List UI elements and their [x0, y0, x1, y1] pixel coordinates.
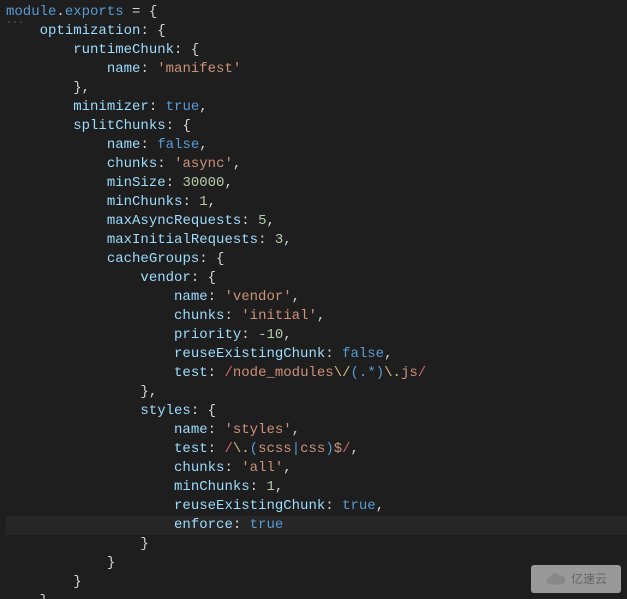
regex-node: node_modules [233, 365, 334, 381]
code-line-highlighted: enforce: true [6, 516, 627, 535]
key-chunks: chunks [107, 156, 157, 172]
str-initial: 'initial' [241, 308, 317, 324]
key-name: name [174, 289, 208, 305]
code-line: }, [6, 79, 627, 98]
code-line: }, [6, 592, 627, 599]
key-minimizer: minimizer [73, 99, 149, 115]
key-priority: priority [174, 327, 241, 343]
code-line: name: false, [6, 136, 627, 155]
key-reuseExistingChunk: reuseExistingChunk [174, 346, 325, 362]
str-all: 'all' [241, 460, 283, 476]
key-chunks: chunks [174, 308, 224, 324]
code-editor[interactable]: module.exports = { ··· optimization: { r… [0, 0, 627, 599]
code-line: chunks: 'initial', [6, 307, 627, 326]
key-test: test [174, 365, 208, 381]
code-line: chunks: 'all', [6, 459, 627, 478]
bool-false: false [157, 137, 199, 153]
str-vendor: 'vendor' [224, 289, 291, 305]
num-30000: 30000 [182, 175, 224, 191]
code-line: }, [6, 383, 627, 402]
code-line: maxInitialRequests: 3, [6, 231, 627, 250]
key-name: name [174, 422, 208, 438]
code-line: } [6, 535, 627, 554]
regex-css: css [300, 441, 325, 457]
key-name: name [107, 137, 141, 153]
token-exports: exports [65, 4, 124, 20]
code-line: optimization: { [6, 22, 627, 41]
code-line: maxAsyncRequests: 5, [6, 212, 627, 231]
key-runtimeChunk: runtimeChunk [73, 42, 174, 58]
bool-true: true [166, 99, 200, 115]
key-enforce: enforce [174, 517, 233, 533]
key-minChunks: minChunks [174, 479, 250, 495]
num-neg10: -10 [258, 327, 283, 343]
code-line: minChunks: 1, [6, 193, 627, 212]
code-line: } [6, 573, 627, 592]
code-line: splitChunks: { [6, 117, 627, 136]
code-line: reuseExistingChunk: false, [6, 345, 627, 364]
key-optimization: optimization [40, 23, 141, 39]
key-maxInitialRequests: maxInitialRequests [107, 232, 258, 248]
bool-false: false [342, 346, 384, 362]
key-minChunks: minChunks [107, 194, 183, 210]
key-vendor: vendor [140, 270, 190, 286]
code-line: priority: -10, [6, 326, 627, 345]
code-line: minSize: 30000, [6, 174, 627, 193]
num-1: 1 [199, 194, 207, 210]
key-test: test [174, 441, 208, 457]
code-line: name: 'vendor', [6, 288, 627, 307]
code-line: cacheGroups: { [6, 250, 627, 269]
key-minSize: minSize [107, 175, 166, 191]
num-1: 1 [266, 479, 274, 495]
code-line: runtimeChunk: { [6, 41, 627, 60]
bool-true: true [250, 517, 284, 533]
key-maxAsyncRequests: maxAsyncRequests [107, 213, 241, 229]
code-line: } [6, 554, 627, 573]
key-styles: styles [140, 403, 190, 419]
key-name: name [107, 61, 141, 77]
str-manifest: 'manifest' [157, 61, 241, 77]
code-line: test: /node_modules\/(.*)\.js/ [6, 364, 627, 383]
code-line: styles: { [6, 402, 627, 421]
code-line: name: 'styles', [6, 421, 627, 440]
code-line: vendor: { [6, 269, 627, 288]
code-line: chunks: 'async', [6, 155, 627, 174]
regex-scss: scss [258, 441, 292, 457]
str-styles: 'styles' [224, 422, 291, 438]
key-cacheGroups: cacheGroups [107, 251, 199, 267]
key-splitChunks: splitChunks [73, 118, 165, 134]
code-line: test: /\.(scss|css)$/, [6, 440, 627, 459]
code-line: reuseExistingChunk: true, [6, 497, 627, 516]
key-reuseExistingChunk: reuseExistingChunk [174, 498, 325, 514]
code-line: minimizer: true, [6, 98, 627, 117]
str-async: 'async' [174, 156, 233, 172]
code-line: minChunks: 1, [6, 478, 627, 497]
bool-true: true [342, 498, 376, 514]
code-line: name: 'manifest' [6, 60, 627, 79]
key-chunks: chunks [174, 460, 224, 476]
